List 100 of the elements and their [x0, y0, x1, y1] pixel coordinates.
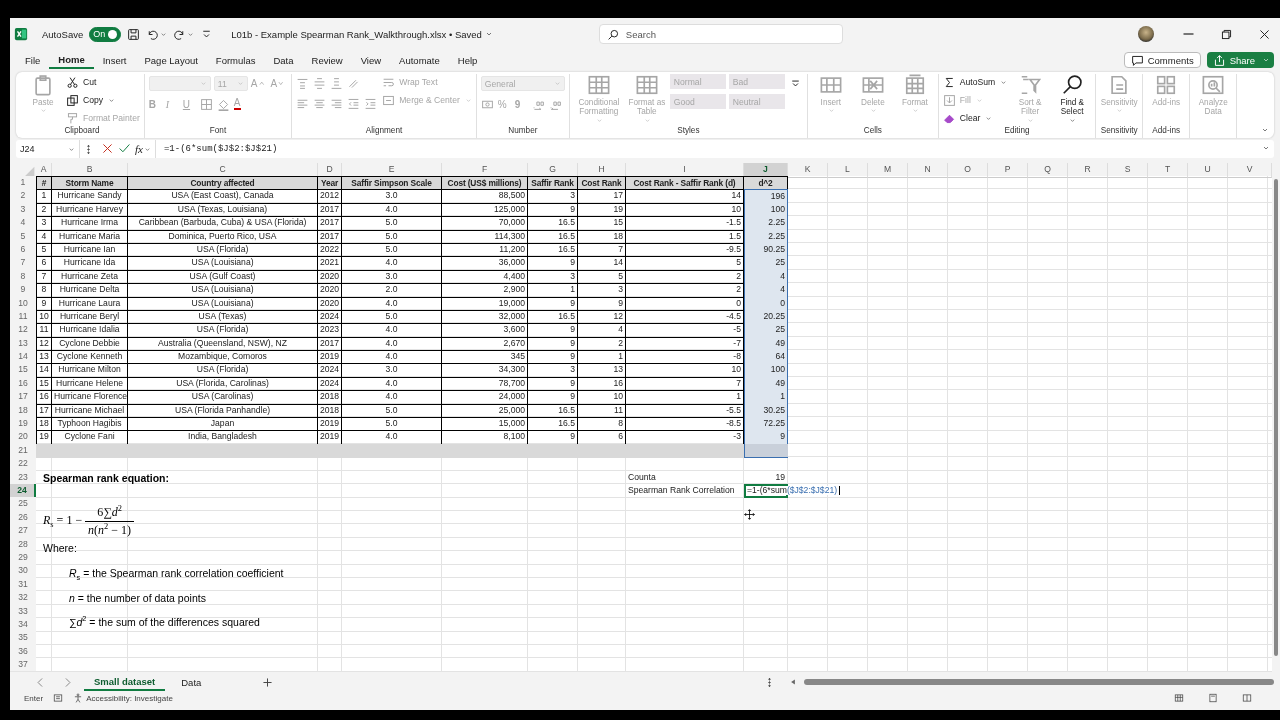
menu-tab[interactable]: Automate — [390, 51, 449, 69]
chart-magnifier-icon — [1202, 74, 1225, 96]
row-header[interactable]: 27 — [10, 524, 36, 539]
search-field[interactable]: Search — [598, 24, 843, 44]
row-header[interactable]: 19 — [10, 417, 36, 432]
insert-function-button[interactable]: fx — [135, 143, 151, 155]
minimize-icon — [1181, 33, 1195, 35]
table-cell: 16.5 — [528, 417, 578, 432]
row-header[interactable]: 7 — [10, 256, 36, 271]
table-cell: 3 — [528, 363, 578, 378]
row-header[interactable]: 12 — [10, 323, 36, 338]
column-heading: Storm Name — [52, 176, 128, 191]
table-cell: Australia (Queensland, NSW), NZ — [128, 336, 318, 352]
column-heading: Saffir Rank — [528, 176, 578, 191]
row-header[interactable]: 2 — [10, 189, 36, 204]
row-header[interactable]: 20 — [10, 430, 36, 445]
table-cell: 2020 — [318, 296, 342, 311]
speech-bubble-icon — [1130, 53, 1144, 67]
column-header[interactable]: P — [988, 163, 1028, 178]
sheet-tab[interactable]: Small dataset — [84, 673, 166, 691]
copy-button[interactable]: Copy — [66, 92, 116, 108]
table-cell: USA (Louisiana) — [128, 256, 318, 271]
row-header[interactable]: 14 — [10, 350, 36, 365]
row-header[interactable]: 30 — [10, 564, 36, 579]
fraction-denominator: n(n$^{2}$ − 1) — [88, 522, 131, 538]
table-cell: -7 — [626, 336, 744, 352]
table-cell: 5.0 — [342, 403, 442, 419]
save-button[interactable] — [127, 27, 141, 41]
menu-tab[interactable]: View — [351, 51, 391, 69]
autosum-button[interactable]: AutoSum — [942, 74, 1008, 90]
table-cell: 2 — [36, 202, 52, 218]
search-icon — [1061, 74, 1084, 96]
table-cell: 2,670 — [442, 336, 528, 352]
table-cell: 72.25 — [744, 417, 788, 432]
cell-editor[interactable]: =1-(6*sum($J$2:$J$21) — [746, 486, 841, 496]
format-cells-icon — [903, 74, 926, 96]
column-header[interactable]: N — [908, 163, 948, 178]
menu-tab[interactable]: Review — [302, 51, 352, 69]
row-header[interactable]: 22 — [10, 457, 36, 472]
table-cell: 8 — [578, 417, 626, 432]
table-cell: 64 — [744, 350, 788, 365]
table-cell: Hurricane Beryl — [52, 309, 128, 325]
column-header[interactable]: L — [828, 163, 868, 178]
column-header[interactable]: Q — [1028, 163, 1068, 178]
table-cell: Hurricane Maria — [52, 229, 128, 244]
clear-button[interactable]: Clear — [942, 110, 993, 126]
column-heading: Country affected — [128, 176, 318, 191]
find-select-button[interactable]: Find & Select — [1053, 74, 1092, 124]
table-cell: 17 — [36, 403, 52, 419]
cut-button[interactable]: Cut — [66, 74, 97, 90]
table-cell: Typhoon Hagibis — [52, 417, 128, 432]
menu-tab[interactable]: Page Layout — [135, 51, 207, 69]
column-header[interactable]: O — [948, 163, 988, 178]
menu-tab[interactable]: Insert — [93, 51, 136, 69]
table-cell: 4.0 — [342, 296, 442, 311]
table-cell: Hurricane Michael — [52, 403, 128, 419]
row-header[interactable]: 17 — [10, 390, 36, 405]
table-cell: 2 — [626, 283, 744, 298]
accessibility-button[interactable]: Accessibility: Investigate — [73, 693, 173, 703]
table-cell: 345 — [442, 350, 528, 365]
row-header[interactable]: 37 — [10, 658, 36, 672]
share-button[interactable]: Share — [1206, 52, 1274, 68]
table-cell: 3.0 — [342, 363, 442, 378]
brush-icon — [66, 111, 79, 125]
table-cell: 12 — [36, 336, 52, 352]
horizontal-scrollbar[interactable] — [804, 679, 1274, 685]
table-cell: 9 — [36, 296, 52, 311]
column-header[interactable]: K — [788, 163, 828, 178]
column-header[interactable]: M — [868, 163, 908, 178]
avatar[interactable] — [1138, 26, 1154, 42]
table-cell: Dominica, Puerto Rico, USA — [128, 229, 318, 244]
column-header[interactable]: T — [1148, 163, 1188, 178]
row-header[interactable]: 1 — [10, 176, 36, 191]
comments-button[interactable]: Comments — [1123, 52, 1201, 68]
formula-field[interactable]: =1-(6*sum($J$2:$J$21) — [155, 144, 1259, 154]
caret-icon — [1116, 107, 1124, 115]
row-header[interactable]: 4 — [10, 216, 36, 231]
table-cell: 8 — [36, 283, 52, 298]
row-header[interactable]: 25 — [10, 497, 36, 512]
menu-tab[interactable]: File — [16, 51, 50, 69]
menu-tab[interactable]: Home — [49, 51, 94, 69]
menu-tab[interactable]: Help — [448, 51, 487, 69]
menu-tab[interactable]: Formulas — [206, 51, 265, 69]
name-box[interactable]: J24 — [16, 140, 80, 158]
menu-tab[interactable]: Data — [264, 51, 303, 69]
table-cell: 7 — [578, 242, 626, 258]
sheet-tab[interactable]: Data — [171, 673, 212, 691]
column-header[interactable]: S — [1108, 163, 1148, 178]
row-header[interactable]: 15 — [10, 363, 36, 378]
row-header[interactable]: 32 — [10, 591, 36, 606]
document-title[interactable]: L01b - Example Spearman Rank_Walkthrough.xlsx • Saved — [231, 28, 493, 40]
row-header[interactable]: 9 — [10, 283, 36, 298]
table-cell: 9 — [528, 350, 578, 365]
table-cell: -1.5 — [626, 216, 744, 231]
autosave-toggle[interactable]: On — [89, 26, 122, 42]
table-cell: -5.5 — [626, 403, 744, 419]
row-header[interactable]: 35 — [10, 631, 36, 646]
column-header[interactable]: R — [1068, 163, 1108, 178]
column-header[interactable]: U — [1188, 163, 1228, 178]
table-cell: 9 — [528, 256, 578, 271]
